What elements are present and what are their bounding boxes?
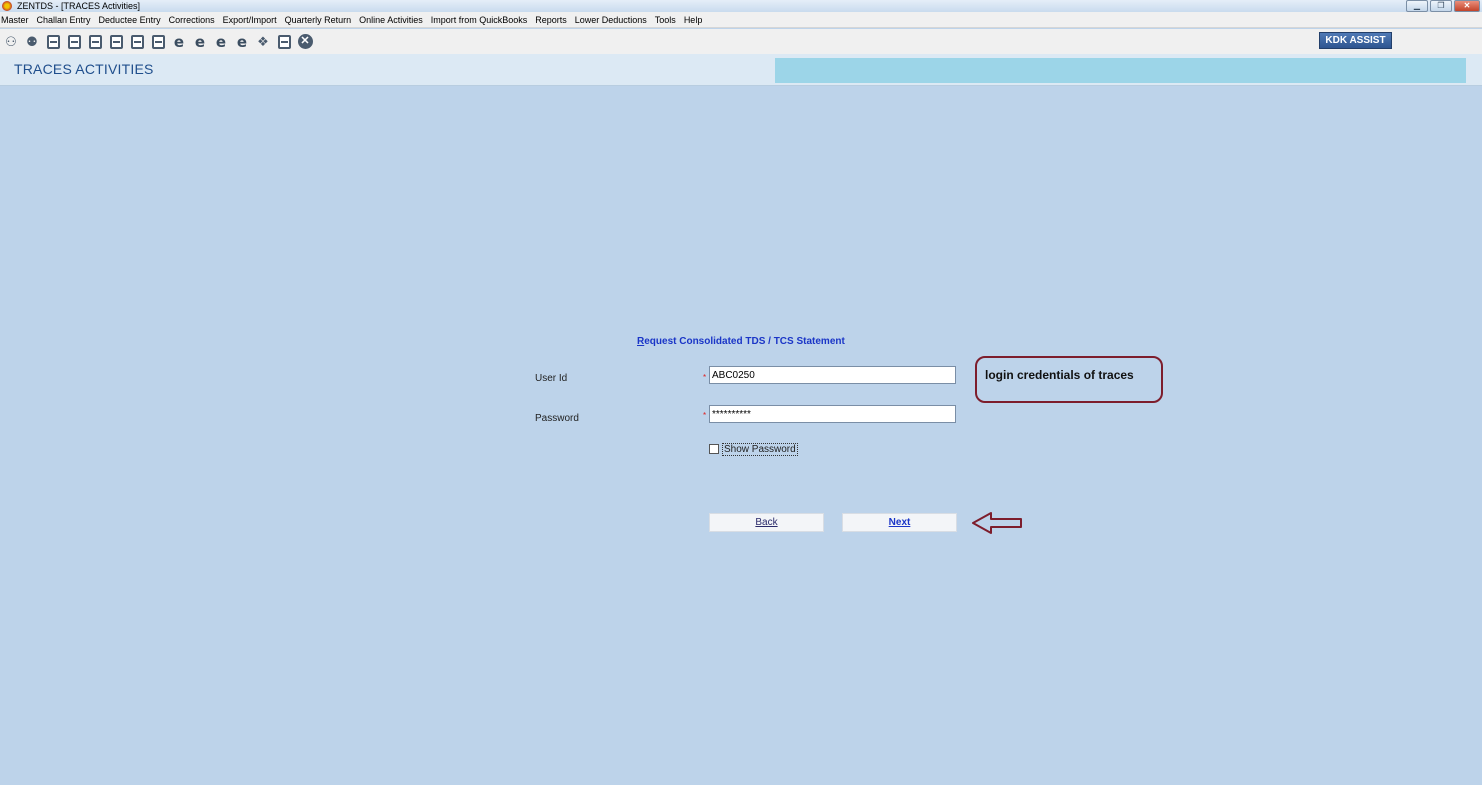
form-title-text: equest Consolidated TDS / TCS Statement	[644, 336, 845, 347]
kdk-assist-button[interactable]: KDK ASSIST	[1319, 32, 1392, 49]
header-banner	[775, 58, 1466, 83]
password-input[interactable]	[709, 405, 956, 423]
menu-corrections[interactable]: Corrections	[169, 15, 215, 25]
document-icon[interactable]	[275, 33, 293, 51]
challan-icon[interactable]	[44, 33, 62, 51]
etds-27eq-icon[interactable]: e	[233, 33, 251, 51]
next-button-label: Next	[888, 517, 911, 528]
user-id-input[interactable]	[709, 366, 956, 384]
arrow-left-icon	[972, 512, 1022, 534]
masters-icon[interactable]: ⚇	[2, 33, 20, 51]
etds-27q-icon[interactable]: e	[212, 33, 230, 51]
app-icon	[2, 1, 12, 11]
menu-master[interactable]: Master	[1, 15, 29, 25]
menu-bar: Master Challan Entry Deductee Entry Corr…	[0, 12, 1482, 28]
menu-lower-deductions[interactable]: Lower Deductions	[575, 15, 647, 25]
tds-icon[interactable]: ❖	[254, 33, 272, 51]
form-24q-icon[interactable]	[86, 33, 104, 51]
maximize-button[interactable]: ❐	[1430, 0, 1452, 12]
page-header: TRACES ACTIVITIES	[0, 54, 1482, 86]
minimize-button[interactable]: ▁	[1406, 0, 1428, 12]
password-required-mark: *	[703, 411, 707, 420]
etds-24q-icon[interactable]: e	[170, 33, 188, 51]
menu-online-activities[interactable]: Online Activities	[359, 15, 423, 25]
menu-deductee-entry[interactable]: Deductee Entry	[99, 15, 161, 25]
toolbar: ⚇ ⚉ e e e e ❖ ✕	[0, 29, 1482, 54]
show-password-label[interactable]: Show Password	[722, 443, 798, 456]
back-button[interactable]: Back	[709, 513, 824, 532]
menu-import-quickbooks[interactable]: Import from QuickBooks	[431, 15, 528, 25]
next-button[interactable]: Next	[842, 513, 957, 532]
window-controls: ▁ ❐ ✕	[1406, 0, 1480, 12]
form-27eq-icon[interactable]	[149, 33, 167, 51]
close-button[interactable]: ✕	[1454, 0, 1480, 12]
user-id-required-mark: *	[703, 373, 707, 382]
form-27q-icon[interactable]	[128, 33, 146, 51]
user-id-label: User Id	[535, 373, 568, 384]
exit-icon[interactable]: ✕	[296, 33, 314, 51]
form-title[interactable]: Request Consolidated TDS / TCS Statement	[637, 336, 845, 347]
page-title: TRACES ACTIVITIES	[14, 61, 154, 77]
menu-quarterly-return[interactable]: Quarterly Return	[285, 15, 352, 25]
show-password-checkbox[interactable]	[709, 444, 719, 454]
form-26q-icon[interactable]	[107, 33, 125, 51]
return-icon[interactable]	[65, 33, 83, 51]
deductees-icon[interactable]: ⚉	[23, 33, 41, 51]
menu-challan-entry[interactable]: Challan Entry	[37, 15, 91, 25]
etds-26q-icon[interactable]: e	[191, 33, 209, 51]
title-bar: ZENTDS - [TRACES Activities] ▁ ❐ ✕	[0, 0, 1482, 12]
password-label: Password	[535, 413, 579, 424]
menu-help[interactable]: Help	[684, 15, 703, 25]
annotation-callout: login credentials of traces	[975, 356, 1163, 403]
menu-export-import[interactable]: Export/Import	[223, 15, 277, 25]
menu-reports[interactable]: Reports	[535, 15, 567, 25]
window-title: ZENTDS - [TRACES Activities]	[17, 1, 141, 11]
back-button-label: Back	[755, 517, 778, 528]
menu-tools[interactable]: Tools	[655, 15, 676, 25]
